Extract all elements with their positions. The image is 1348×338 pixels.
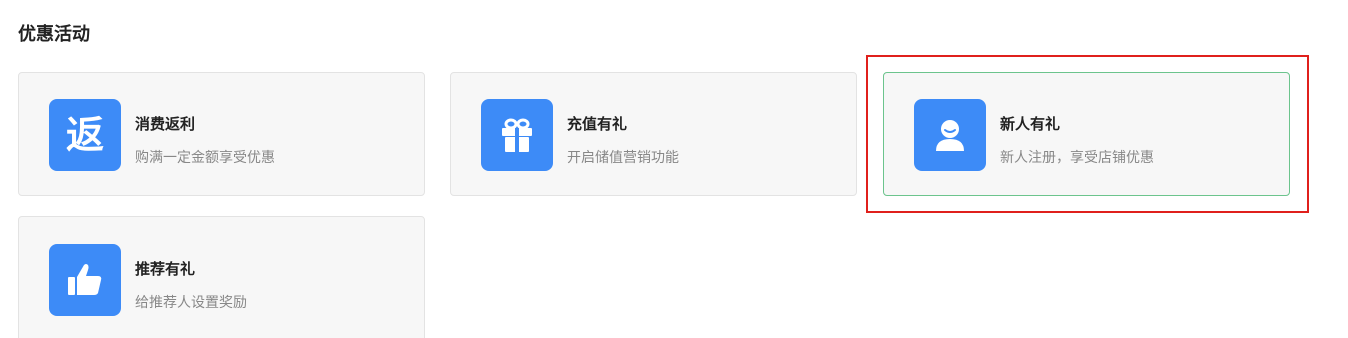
- card-consumption-rebate[interactable]: 返 消费返利 购满一定金额享受优惠: [18, 72, 425, 196]
- card-recharge-gift[interactable]: 充值有礼 开启储值营销功能: [450, 72, 857, 196]
- card-description: 给推荐人设置奖励: [135, 295, 247, 311]
- rebate-icon-glyph: 返: [65, 113, 104, 157]
- card-description: 购满一定金额享受优惠: [135, 150, 275, 166]
- card-title: 新人有礼: [1000, 115, 1061, 133]
- card-description: 开启储值营销功能: [567, 150, 679, 166]
- gift-icon: [481, 99, 553, 171]
- card-title: 充值有礼: [567, 115, 628, 133]
- rebate-icon: 返: [49, 99, 121, 171]
- section-title: 优惠活动: [18, 24, 90, 45]
- card-description: 新人注册，享受店铺优惠: [1000, 150, 1154, 166]
- card-title: 推荐有礼: [135, 260, 196, 278]
- card-title: 消费返利: [135, 115, 196, 133]
- thumbs-up-icon: [49, 244, 121, 316]
- promotions-page: 优惠活动 返 消费返利 购满一定金额享受优惠 充值有礼 开启储值营销功能 新人有…: [0, 0, 1348, 338]
- card-newcomer-gift[interactable]: 新人有礼 新人注册，享受店铺优惠: [883, 72, 1290, 196]
- user-icon: [914, 99, 986, 171]
- card-referral-gift[interactable]: 推荐有礼 给推荐人设置奖励: [18, 216, 425, 338]
